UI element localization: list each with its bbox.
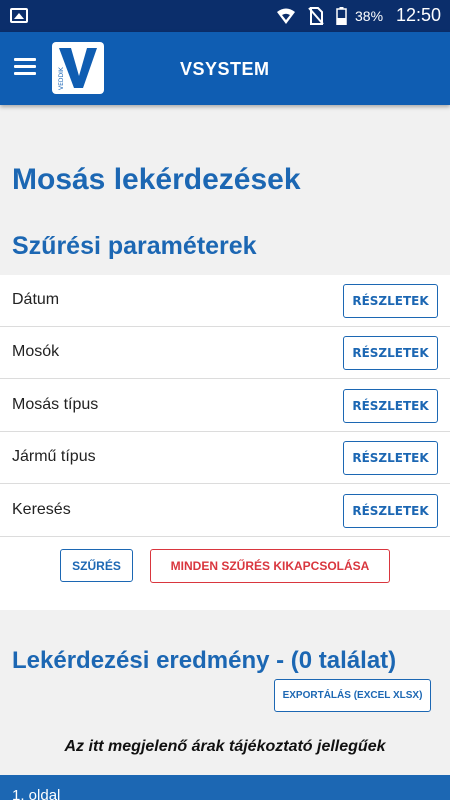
status-bar: 38% 12:50 [0,0,450,32]
menu-icon[interactable] [14,58,36,76]
filter-label: Mosás típus [12,396,99,413]
app-bar: VEDDIK VSYSTEM [0,32,450,105]
wifi-icon [277,8,295,24]
filter-label: Jármű típus [12,448,96,465]
page-title: Mosás lekérdezések [12,163,301,196]
gallery-icon [10,8,28,23]
logo-v-icon: VEDDIK [58,48,97,90]
filters-title: Szűrési paraméterek [12,232,257,260]
battery-percent: 38% [355,8,384,24]
page-header[interactable]: 1. oldal [0,775,450,800]
results-title: Lekérdezési eredmény - (0 találat) [12,647,397,674]
filter-row-wash-type: Mosás típus RÉSZLETEK [0,380,450,432]
clock: 12:50 [396,5,442,25]
details-button[interactable]: RÉSZLETEK [343,284,438,318]
filter-label: Dátum [12,291,60,308]
app-logo: VEDDIK [52,42,104,94]
filter-row-date: Dátum RÉSZLETEK [0,275,450,327]
filter-row-search: Keresés RÉSZLETEK [0,485,450,537]
export-excel-button[interactable]: EXPORTÁLÁS (EXCEL XLSX) [274,679,431,712]
details-button[interactable]: RÉSZLETEK [343,336,438,370]
details-button[interactable]: RÉSZLETEK [343,441,438,475]
price-note: Az itt megjelenő árak tájékoztató jelleg… [64,738,386,755]
app-title: VSYSTEM [180,59,270,79]
clear-all-filters-button[interactable]: MINDEN SZŰRÉS KIKAPCSOLÁSA [150,549,390,583]
logo-text: VEDDIK [58,66,65,90]
battery-icon [336,7,347,25]
apply-filter-button[interactable]: SZŰRÉS [60,549,133,582]
filter-label: Keresés [12,501,71,518]
filter-row-vehicle-type: Jármű típus RÉSZLETEK [0,432,450,484]
page-label: 1. oldal [12,787,61,800]
filter-label: Mosók [12,343,60,360]
details-button[interactable]: RÉSZLETEK [343,389,438,423]
no-sim-icon [308,7,324,25]
filter-row-washers: Mosók RÉSZLETEK [0,327,450,379]
details-button[interactable]: RÉSZLETEK [343,494,438,528]
